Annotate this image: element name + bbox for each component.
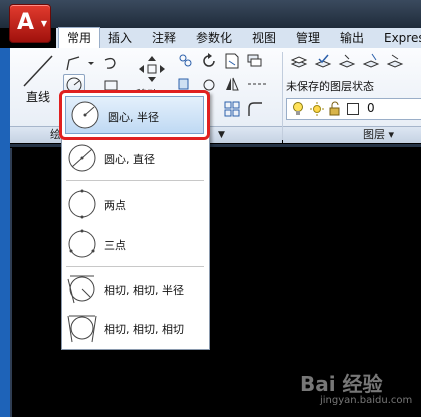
lightbulb-icon: [293, 102, 303, 115]
chevron-down-icon: ▼: [218, 130, 225, 140]
tab-express[interactable]: Expres: [384, 28, 421, 48]
tab-parametric[interactable]: 参数化: [196, 28, 232, 48]
menu-separator: [66, 266, 204, 267]
watermark-logo: Bai 经验: [300, 372, 383, 396]
trim-icon: [225, 53, 239, 69]
fillet-tool-button[interactable]: [244, 98, 266, 120]
unlock-icon: [329, 101, 340, 116]
layer-isolate-button[interactable]: [336, 50, 358, 72]
menu-item-label: 三点: [104, 239, 126, 252]
layer-off-icon: [362, 53, 380, 68]
line-icon: [23, 55, 53, 87]
menu-item-label: 两点: [104, 199, 126, 212]
mirror-icon: [226, 77, 239, 91]
circle-center-diameter-icon: [68, 144, 96, 172]
current-layer-name: 0: [367, 101, 375, 115]
rotate-tool-button[interactable]: [198, 50, 220, 72]
linetype-icon: [248, 83, 268, 85]
trim-tool-button[interactable]: [221, 50, 243, 72]
copy-tool-button[interactable]: [175, 50, 197, 72]
layer-stack-icon: [247, 54, 262, 67]
copy-icon: [179, 54, 192, 67]
menu-item-center-diameter[interactable]: 圆心, 直径: [62, 139, 209, 177]
move-icon: [139, 56, 165, 82]
application-menu-button[interactable]: A ▼: [9, 4, 51, 43]
menu-item-label: 相切, 相切, 相切: [104, 323, 184, 336]
chevron-down-icon: ▼: [40, 19, 47, 28]
menu-item-tan-tan-radius[interactable]: 相切, 相切, 半径: [62, 270, 209, 308]
circle-tan-tan-radius-icon: [67, 275, 95, 304]
layer-panel-label: 图层 ▾: [363, 128, 395, 141]
tab-manage[interactable]: 管理: [296, 28, 320, 48]
layer-state-label: 未保存的图层状态: [286, 80, 374, 93]
circle-three-point-icon: [68, 229, 96, 258]
layer-match-icon: [386, 54, 404, 68]
app-logo: A: [17, 10, 34, 35]
menu-item-label: 圆心, 直径: [104, 153, 155, 166]
layer-panel-bar[interactable]: 图层 ▾: [283, 126, 421, 143]
autocad-window: A ▼ 常用 插入 注释 参数化 视图 管理 输出 Expres 直线 未保存的…: [0, 0, 421, 417]
layer-icon: [290, 56, 308, 68]
menu-separator: [66, 180, 204, 181]
tab-home[interactable]: 常用: [58, 27, 101, 49]
ribbon-tabs: 常用 插入 注释 参数化 视图 管理 输出 Expres: [56, 27, 421, 49]
line-tool-button[interactable]: [20, 52, 56, 90]
polyline-icon: [66, 56, 80, 71]
layer-match-button[interactable]: [384, 50, 406, 72]
sun-icon: [310, 102, 324, 116]
layer-off-button[interactable]: [360, 50, 382, 72]
line-tool-label: 直线: [26, 90, 51, 104]
arc-icon: [104, 57, 116, 69]
fillet-icon: [248, 102, 262, 116]
layer-state-button[interactable]: [312, 50, 334, 72]
linetype-tool-button[interactable]: [244, 73, 268, 95]
polyline-tool-button[interactable]: [63, 52, 85, 74]
array-tool-button[interactable]: [244, 50, 266, 72]
move-tool-button[interactable]: [135, 52, 167, 84]
layer-isolate-icon: [338, 54, 356, 68]
menu-item-two-point[interactable]: 两点: [62, 185, 209, 223]
menu-item-tan-tan-tan[interactable]: 相切, 相切, 相切: [62, 309, 209, 347]
rotate-icon: [203, 53, 215, 67]
highlight-annotation: [59, 90, 210, 140]
circle-two-point-icon: [68, 189, 96, 219]
circle-tan-tan-tan-icon: [67, 315, 97, 343]
grid-icon: [224, 101, 240, 117]
tab-view[interactable]: 视图: [252, 28, 276, 48]
tab-insert[interactable]: 插入: [108, 28, 132, 48]
explode-tool-button[interactable]: [221, 98, 243, 120]
layer-properties-button[interactable]: [288, 50, 310, 72]
layer-dropdown[interactable]: 0: [286, 98, 421, 120]
canvas-edge: [10, 148, 12, 417]
menu-item-three-point[interactable]: 三点: [62, 225, 209, 263]
tab-annotate[interactable]: 注释: [152, 28, 176, 48]
tab-output[interactable]: 输出: [340, 28, 364, 48]
left-edge: [0, 48, 10, 417]
layer-check-icon: [314, 54, 332, 68]
title-bar: [0, 0, 421, 28]
mirror-tool-button[interactable]: [221, 73, 243, 95]
arc-tool-button[interactable]: [100, 52, 122, 74]
menu-item-label: 相切, 相切, 半径: [104, 284, 184, 297]
watermark-url: jingyan.baidu.com: [320, 395, 413, 406]
color-swatch: [347, 103, 359, 115]
